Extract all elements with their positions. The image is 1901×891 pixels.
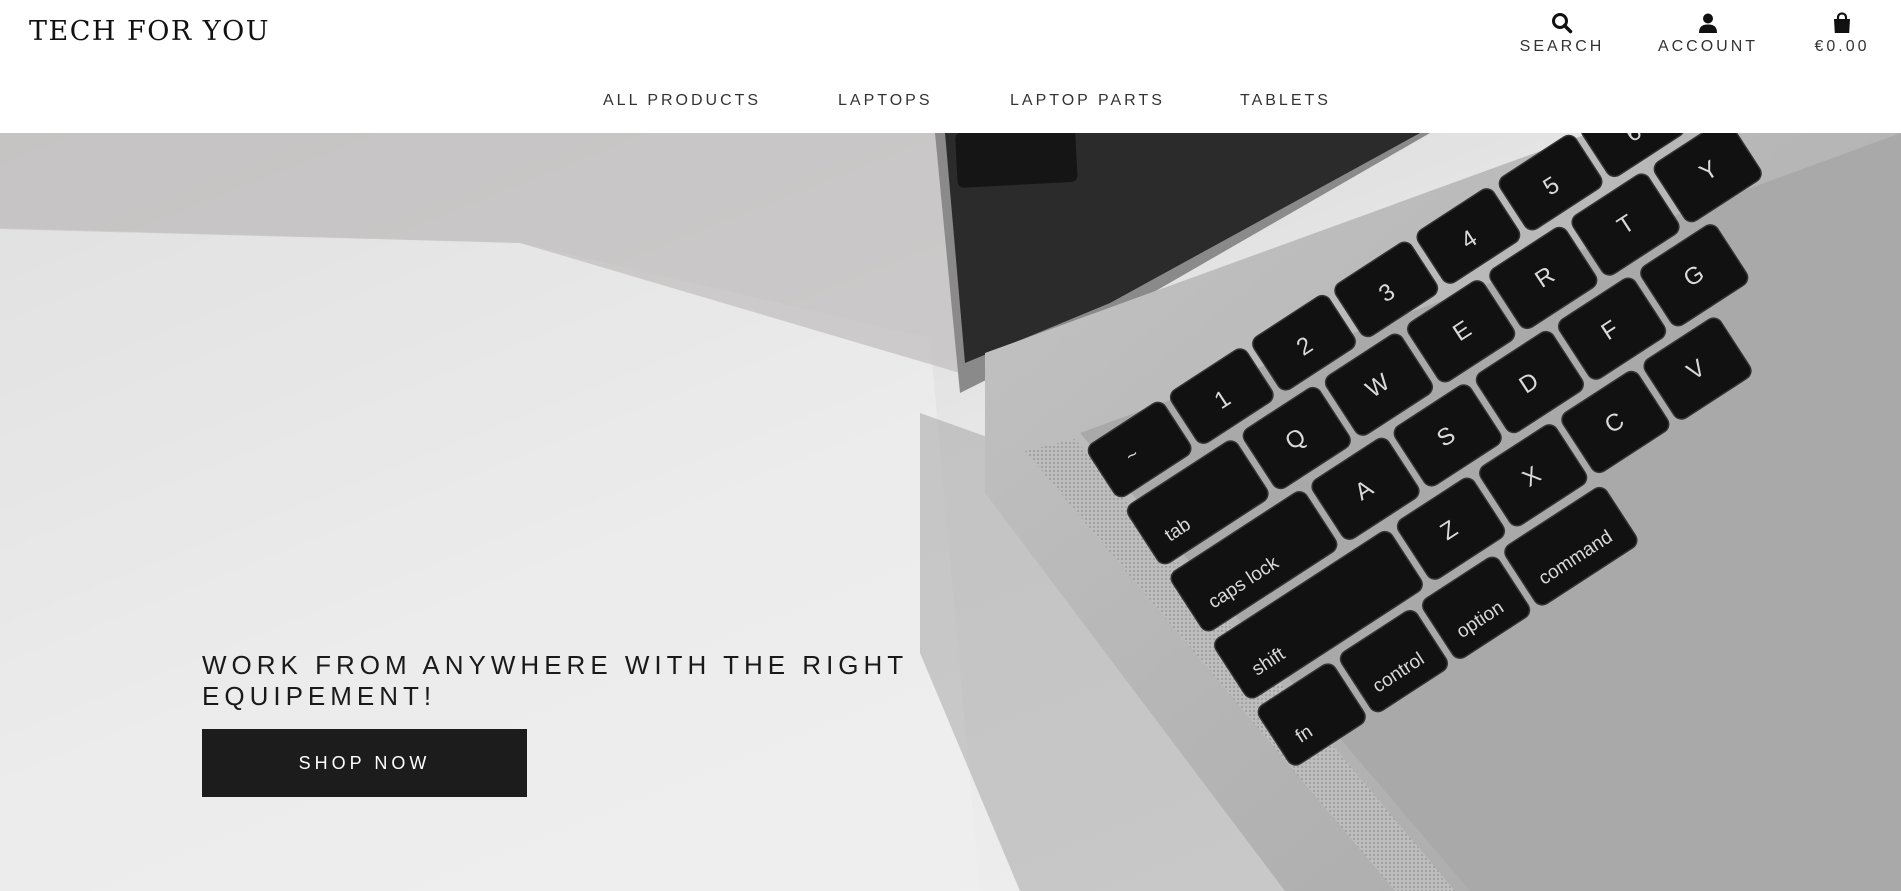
search-icon: [1552, 13, 1573, 34]
account-icon: [1699, 13, 1717, 33]
nav-item-tablets[interactable]: TABLETS: [1240, 92, 1331, 110]
account-button[interactable]: ACCOUNT: [1654, 12, 1762, 56]
shop-now-button[interactable]: SHOP NOW: [202, 729, 527, 797]
site-header: TECH FOR YOU SEARCH ACCOUNT €0.00 ALL PR…: [0, 0, 1901, 133]
nav-item-all-products[interactable]: ALL PRODUCTS: [603, 92, 761, 110]
shopping-bag-icon: [1834, 12, 1850, 33]
account-label: ACCOUNT: [1657, 38, 1759, 55]
nav-item-laptop-parts[interactable]: LAPTOP PARTS: [1010, 92, 1165, 110]
cart-button[interactable]: €0.00: [1802, 12, 1882, 56]
cart-total: €0.00: [1814, 38, 1870, 55]
search-button[interactable]: SEARCH: [1506, 12, 1618, 56]
brand-logo[interactable]: TECH FOR YOU: [29, 16, 270, 47]
hero-tagline: WORK FROM ANYWHERE WITH THE RIGHT EQUIPE…: [202, 650, 908, 711]
search-label: SEARCH: [1519, 38, 1605, 55]
nav-item-laptops[interactable]: LAPTOPS: [838, 92, 933, 110]
hero-banner: ~ 1 2 3 4 5 6 tab Q W E R T Y caps lock …: [0, 133, 1901, 891]
